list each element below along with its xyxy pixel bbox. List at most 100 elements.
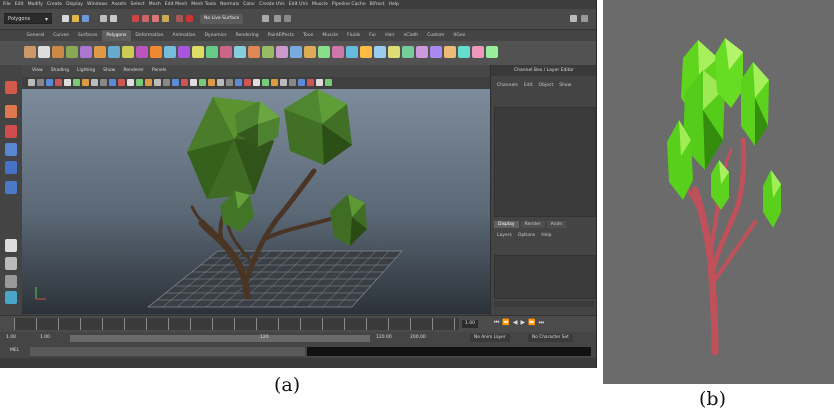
viewport-tool-icon[interactable] [199, 79, 206, 86]
shelf-tool-icon[interactable] [52, 46, 64, 58]
shelf-tool-icon[interactable] [220, 46, 232, 58]
shelf-tool-icon[interactable] [80, 46, 92, 58]
menu-edit[interactable]: Edit [15, 0, 24, 9]
shelf-tab-fluids[interactable]: Fluids [343, 30, 365, 41]
persp-outliner-layout-icon[interactable] [5, 275, 17, 288]
viewport-tool-icon[interactable] [73, 79, 80, 86]
viewport-tool-icon[interactable] [172, 79, 179, 86]
rotate-tool-icon[interactable] [5, 143, 17, 156]
viewport-tool-icon[interactable] [244, 79, 251, 86]
viewport-tool-icon[interactable] [235, 79, 242, 86]
shelf-tool-icon[interactable] [430, 46, 442, 58]
viewport-tool-icon[interactable] [226, 79, 233, 86]
viewport-tool-icon[interactable] [109, 79, 116, 86]
menu-normals[interactable]: Normals [220, 0, 239, 9]
viewport-tool-icon[interactable] [298, 79, 305, 86]
anim-layer-dropdown[interactable]: No Anim Layer [470, 334, 510, 342]
make-live-icon[interactable] [176, 15, 183, 22]
show-outliner-icon[interactable] [570, 15, 577, 22]
shelf-tool-icon[interactable] [388, 46, 400, 58]
layer-tab-render[interactable]: Render [520, 221, 545, 228]
shelf-tab-ncloth[interactable]: nCloth [399, 30, 423, 41]
menu-pipeline-cache[interactable]: Pipeline Cache [332, 0, 366, 9]
shelf-tool-icon[interactable] [24, 46, 36, 58]
step-forward-icon[interactable]: ⏩ [528, 319, 535, 327]
shelf-tool-icon[interactable] [262, 46, 274, 58]
current-frame-field[interactable]: 1.00 [462, 320, 479, 328]
viewport-tool-icon[interactable] [127, 79, 134, 86]
channel-menu-object[interactable]: Object [539, 83, 554, 88]
shelf-tool-icon[interactable] [472, 46, 484, 58]
shelf-tool-icon[interactable] [136, 46, 148, 58]
viewport-menu-panels[interactable]: Panels [148, 65, 170, 77]
layer-tab-display[interactable]: Display [494, 221, 519, 228]
menu-modify[interactable]: Modify [28, 0, 43, 9]
shelf-tool-icon[interactable] [290, 46, 302, 58]
range-start-field[interactable]: 1.00 [6, 335, 16, 340]
menu-color[interactable]: Color [243, 0, 255, 9]
shelf-tool-icon[interactable] [416, 46, 428, 58]
shelf-tab-surfaces[interactable]: Surfaces [73, 30, 102, 41]
layer-scrollbar[interactable] [494, 301, 594, 307]
command-input[interactable] [30, 347, 305, 356]
shelf-tool-icon[interactable] [150, 46, 162, 58]
history-icon[interactable] [186, 15, 193, 22]
viewport-tool-icon[interactable] [91, 79, 98, 86]
show-attribute-icon[interactable] [581, 15, 588, 22]
shelf-tool-icon[interactable] [304, 46, 316, 58]
channel-menu-show[interactable]: Show [559, 83, 571, 88]
menu-display[interactable]: Display [66, 0, 83, 9]
shelf-tool-icon[interactable] [108, 46, 120, 58]
channel-box-area[interactable] [494, 107, 596, 217]
play-back-icon[interactable]: ◀ [513, 319, 518, 327]
shelf-tool-icon[interactable] [122, 46, 134, 58]
shelf-tool-icon[interactable] [206, 46, 218, 58]
viewport-tool-icon[interactable] [190, 79, 197, 86]
menu-muscle[interactable]: Muscle [312, 0, 328, 9]
menu-file[interactable]: File [3, 0, 11, 9]
viewport-tool-icon[interactable] [28, 79, 35, 86]
viewport-tool-icon[interactable] [55, 79, 62, 86]
layer-menu-layers[interactable]: Layers [497, 233, 512, 238]
menu-create[interactable]: Create [47, 0, 62, 9]
snap-view-icon[interactable] [162, 15, 169, 22]
viewport-tool-icon[interactable] [82, 79, 89, 86]
shelf-tab-general[interactable]: General [22, 30, 49, 41]
shelf-tool-icon[interactable] [234, 46, 246, 58]
new-scene-icon[interactable] [62, 15, 69, 22]
shelf-tab-painteffects[interactable]: PaintEffects [263, 30, 298, 41]
shelf-tool-icon[interactable] [66, 46, 78, 58]
menu-set-select[interactable]: Polygons [4, 13, 52, 25]
menu-windows[interactable]: Windows [87, 0, 108, 9]
viewport-tool-icon[interactable] [253, 79, 260, 86]
shelf-tab-fur[interactable]: Fur [365, 30, 381, 41]
range-start-2-field[interactable]: 1.00 [40, 335, 50, 340]
menu-select[interactable]: Select [131, 0, 145, 9]
last-tool-icon[interactable] [5, 181, 17, 194]
viewport-tool-icon[interactable] [163, 79, 170, 86]
shelf-tool-icon[interactable] [360, 46, 372, 58]
play-forward-icon[interactable]: ▶ [521, 319, 526, 327]
shelf-tab-toon[interactable]: Toon [299, 30, 318, 41]
lasso-tool-icon[interactable] [5, 105, 17, 118]
snap-point-icon[interactable] [152, 15, 159, 22]
viewport-tool-icon[interactable] [262, 79, 269, 86]
shelf-tool-icon[interactable] [248, 46, 260, 58]
ipr-render-icon[interactable] [284, 15, 291, 22]
viewport-tool-icon[interactable] [325, 79, 332, 86]
layer-tab-anim[interactable]: Anim [546, 221, 567, 228]
shelf-tool-icon[interactable] [192, 46, 204, 58]
range-end-field[interactable]: 120.00 [376, 335, 392, 340]
shelf-tab-muscle[interactable]: Muscle [318, 30, 343, 41]
scale-tool-icon[interactable] [5, 161, 17, 174]
viewport-tool-icon[interactable] [154, 79, 161, 86]
snap-grid-icon[interactable] [132, 15, 139, 22]
go-to-end-icon[interactable]: ⏭ [539, 319, 544, 327]
shelf-tool-icon[interactable] [318, 46, 330, 58]
viewport-tool-icon[interactable] [217, 79, 224, 86]
viewport-tool-icon[interactable] [280, 79, 287, 86]
outliner-layout-icon[interactable] [5, 291, 17, 304]
shelf-tool-icon[interactable] [38, 46, 50, 58]
save-scene-icon[interactable] [82, 15, 89, 22]
select-tool-icon[interactable] [5, 81, 17, 94]
